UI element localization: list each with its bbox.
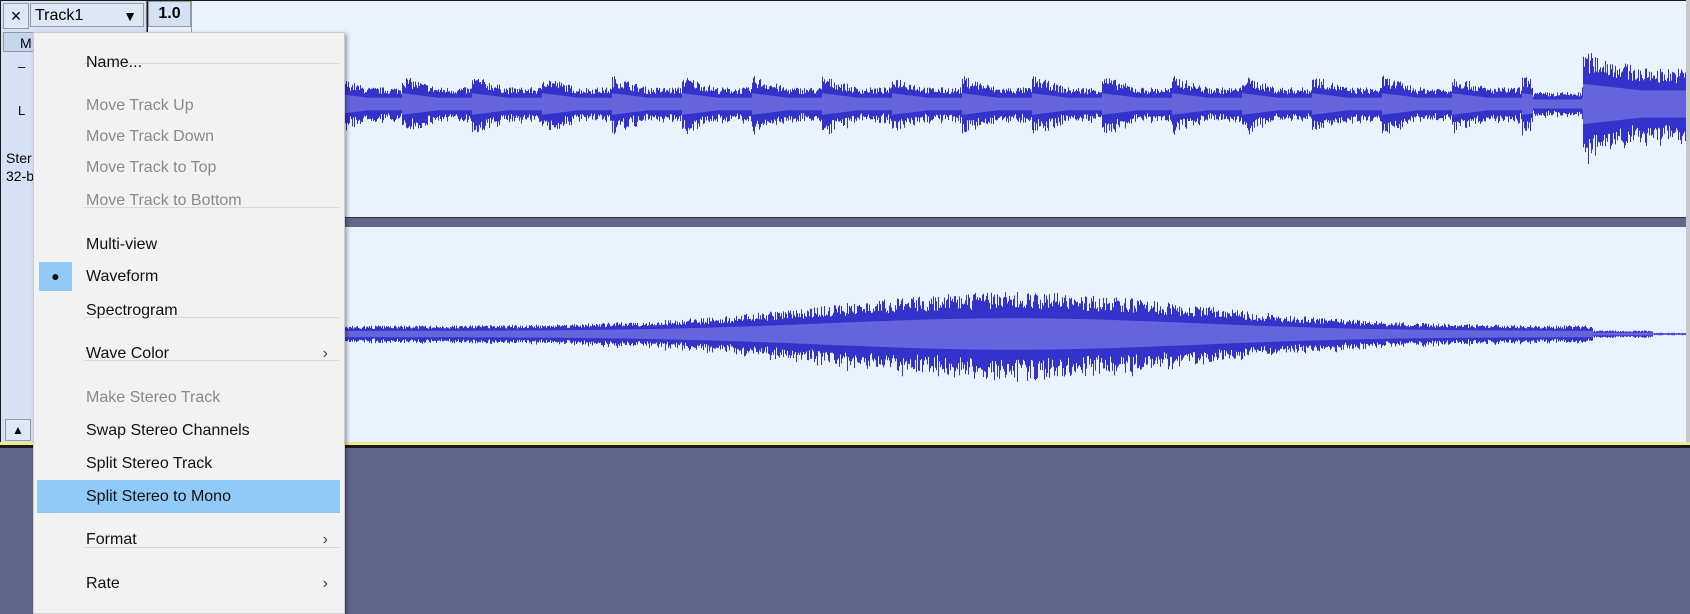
close-icon: × xyxy=(10,6,22,26)
chevron-right-icon: › xyxy=(322,345,328,362)
menu-item-move-track-down[interactable]: Move Track Down xyxy=(37,120,340,153)
radio-dot-icon: ● xyxy=(39,262,72,291)
menu-item-label: Multi-view xyxy=(86,236,158,253)
menu-item-label: Move Track Down xyxy=(86,128,215,145)
menu-item-label: Name... xyxy=(86,54,143,71)
menu-item-wave-color[interactable]: Wave Color › xyxy=(37,337,340,370)
menu-item-label: Waveform xyxy=(86,268,159,285)
menu-item-label: Rate xyxy=(86,575,120,592)
right-channel-waveform[interactable] xyxy=(192,227,1686,442)
close-track-button[interactable]: × xyxy=(3,3,29,29)
menu-item-name[interactable]: Name... xyxy=(37,46,340,79)
vertical-scrollbar[interactable] xyxy=(1686,0,1690,442)
menu-item-format[interactable]: Format › xyxy=(37,523,340,556)
menu-item-label: Swap Stereo Channels xyxy=(86,422,250,439)
menu-item-label: Move Track Up xyxy=(86,97,194,114)
track-channels-info: Ster xyxy=(6,150,32,166)
menu-item-make-stereo-track[interactable]: Make Stereo Track xyxy=(37,381,340,414)
menu-item-label: Move Track to Bottom xyxy=(86,192,242,209)
track-context-menu: Name... Move Track Up Move Track Down Move … xyxy=(33,32,345,614)
pan-slider[interactable]: L xyxy=(18,103,25,118)
menu-item-label: Move Track to Top xyxy=(86,159,217,176)
left-channel-waveform[interactable] xyxy=(192,1,1686,217)
collapse-track-button[interactable]: ▲ xyxy=(5,419,31,441)
menu-item-spectrogram[interactable]: Spectrogram xyxy=(37,294,340,327)
track-format-info: 32-b xyxy=(6,168,35,184)
menu-item-waveform[interactable]: ● Waveform xyxy=(37,260,340,293)
menu-item-move-track-to-bottom[interactable]: Move Track to Bottom xyxy=(37,184,340,217)
menu-item-label: Split Stereo Track xyxy=(86,455,213,472)
chevron-right-icon: › xyxy=(322,575,328,592)
triangle-up-icon: ▲ xyxy=(12,423,24,437)
gain-slider[interactable]: – xyxy=(18,59,25,74)
waveform-rms xyxy=(342,318,1686,350)
menu-item-label: Wave Color xyxy=(86,345,169,362)
menu-item-split-stereo-to-mono[interactable]: Split Stereo to Mono xyxy=(37,480,340,513)
menu-item-label: Make Stereo Track xyxy=(86,389,221,406)
menu-item-label: Format xyxy=(86,531,137,548)
ruler-top-label: 1.0 xyxy=(148,1,191,27)
menu-item-swap-stereo-channels[interactable]: Swap Stereo Channels xyxy=(37,414,340,447)
menu-item-move-track-up[interactable]: Move Track Up xyxy=(37,89,340,122)
track-name: Track1 xyxy=(35,7,84,24)
chevron-right-icon: › xyxy=(322,531,328,548)
menu-item-move-track-to-top[interactable]: Move Track to Top xyxy=(37,151,340,184)
menu-item-rate[interactable]: Rate › xyxy=(37,567,340,600)
track-name-menu-button[interactable]: Track1 ▼ xyxy=(30,3,144,27)
menu-item-label: Split Stereo to Mono xyxy=(86,488,231,505)
menu-item-label: Spectrogram xyxy=(86,302,178,319)
menu-item-split-stereo-track[interactable]: Split Stereo Track xyxy=(37,447,340,480)
dropdown-arrow-icon: ▼ xyxy=(123,8,137,24)
track-info: Ster 32-b xyxy=(6,149,34,185)
menu-item-multi-view[interactable]: Multi-view xyxy=(37,228,340,261)
